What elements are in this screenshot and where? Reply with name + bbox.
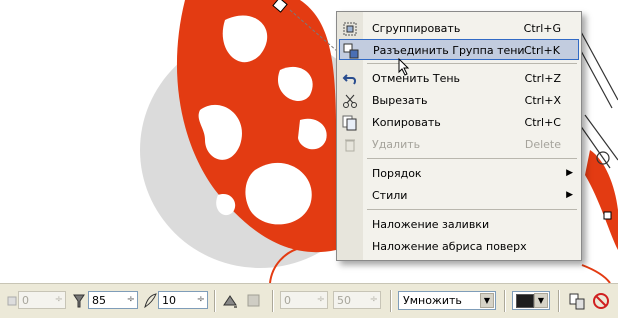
submenu-arrow-icon: ▶ bbox=[566, 168, 573, 178]
menu-item-label: Сгруппировать bbox=[372, 22, 461, 35]
menu-item-label: Разъединить Группа тени bbox=[373, 44, 525, 57]
feather-edges-icon bbox=[245, 292, 263, 310]
break-apart-icon bbox=[342, 42, 360, 59]
blend-mode-select[interactable]: Умножить ▼ bbox=[398, 291, 496, 310]
clear-shadow-icon[interactable] bbox=[592, 292, 610, 310]
shadow-color-picker[interactable]: ▼ bbox=[512, 291, 550, 310]
menu-separator bbox=[367, 158, 577, 159]
menu-item-copy[interactable]: Копировать Ctrl+C bbox=[339, 112, 579, 133]
property-bar: 0 ÷ 85 ÷ 10 ÷ 0 ÷ 50 ÷ Умножить ▼ ▼ bbox=[0, 283, 618, 318]
shadow-color-swatch bbox=[516, 293, 534, 308]
menu-item-label: Стили bbox=[372, 189, 408, 202]
toolbar-separator bbox=[504, 290, 506, 312]
spinner-value: 10 bbox=[162, 293, 176, 307]
menu-item-shortcut: Ctrl+G bbox=[523, 22, 561, 35]
chevron-down-icon[interactable]: ▼ bbox=[534, 293, 548, 308]
shadow-feather-spinner[interactable]: 10 ÷ bbox=[158, 291, 208, 309]
spinner-value: 0 bbox=[22, 293, 29, 307]
spinner-arrows-icon[interactable]: ÷ bbox=[127, 294, 135, 305]
blend-mode-value: Умножить bbox=[403, 294, 462, 307]
opacity-icon bbox=[70, 292, 88, 310]
menu-item-label: Вырезать bbox=[372, 94, 428, 107]
orange-arc bbox=[581, 264, 611, 283]
menu-item-undo[interactable]: Отменить Тень Ctrl+Z bbox=[339, 68, 579, 89]
spinner-value: 85 bbox=[92, 293, 106, 307]
menu-item-overprint-fill[interactable]: Наложение заливки bbox=[339, 214, 579, 235]
toolbar-separator bbox=[390, 290, 392, 312]
spinner-value: 0 bbox=[284, 293, 291, 307]
menu-separator bbox=[367, 209, 577, 210]
submenu-arrow-icon: ▶ bbox=[566, 190, 573, 200]
undo-icon bbox=[341, 70, 359, 87]
feather-icon bbox=[141, 292, 159, 310]
copy-icon bbox=[341, 114, 359, 131]
feather-direction-icon[interactable] bbox=[221, 292, 239, 310]
toolbar-separator bbox=[214, 290, 216, 312]
shadow-opacity-spinner[interactable]: 85 ÷ bbox=[88, 291, 138, 309]
menu-item-shortcut: Ctrl+C bbox=[524, 116, 561, 129]
menu-item-label: Копировать bbox=[372, 116, 441, 129]
spinner-arrows-icon[interactable]: ÷ bbox=[197, 294, 205, 305]
menu-item-label: Наложение абриса поверх bbox=[372, 240, 527, 253]
toolbar-separator bbox=[558, 290, 560, 312]
context-menu: Сгруппировать Ctrl+G Разъединить Группа … bbox=[336, 11, 582, 261]
toolbar-separator bbox=[272, 290, 274, 312]
group-icon bbox=[341, 20, 359, 37]
menu-item-overprint-outline[interactable]: Наложение абриса поверх bbox=[339, 236, 579, 257]
menu-item-shortcut: Ctrl+X bbox=[524, 94, 561, 107]
menu-item-order[interactable]: Порядок ▶ bbox=[339, 163, 579, 184]
orange-shape-right bbox=[585, 150, 618, 250]
spinner-arrows-icon: ÷ bbox=[54, 294, 63, 305]
shadow-offset-x-spinner: 0 ÷ bbox=[18, 291, 66, 309]
menu-item-label: Отменить Тень bbox=[372, 72, 461, 85]
chevron-down-icon[interactable]: ▼ bbox=[480, 293, 494, 308]
shadow-fade-spinner: 0 ÷ bbox=[280, 291, 328, 309]
spinner-value: 50 bbox=[337, 293, 351, 307]
scissors-icon bbox=[341, 92, 359, 109]
menu-item-group[interactable]: Сгруппировать Ctrl+G bbox=[339, 18, 579, 39]
menu-item-shortcut: Delete bbox=[524, 138, 561, 151]
spinner-arrows-icon: ÷ bbox=[316, 294, 325, 305]
menu-item-label: Порядок bbox=[372, 167, 422, 180]
menu-item-cut[interactable]: Вырезать Ctrl+X bbox=[339, 90, 579, 111]
trash-icon bbox=[341, 136, 359, 153]
menu-item-styles[interactable]: Стили ▶ bbox=[339, 185, 579, 206]
copy-shadow-properties-icon[interactable] bbox=[568, 292, 586, 310]
menu-item-delete: Удалить Delete bbox=[339, 134, 579, 155]
mouse-cursor-icon bbox=[398, 58, 410, 76]
selection-handle[interactable] bbox=[603, 211, 612, 220]
shadow-stretch-spinner: 50 ÷ bbox=[333, 291, 381, 309]
menu-item-break-apart[interactable]: Разъединить Группа тени Ctrl+K bbox=[339, 39, 579, 60]
spinner-arrows-icon: ÷ bbox=[369, 294, 378, 305]
menu-item-shortcut: Ctrl+Z bbox=[524, 72, 561, 85]
menu-item-label: Наложение заливки bbox=[372, 218, 490, 231]
menu-item-shortcut: Ctrl+K bbox=[523, 44, 560, 57]
menu-item-label: Удалить bbox=[372, 138, 421, 151]
